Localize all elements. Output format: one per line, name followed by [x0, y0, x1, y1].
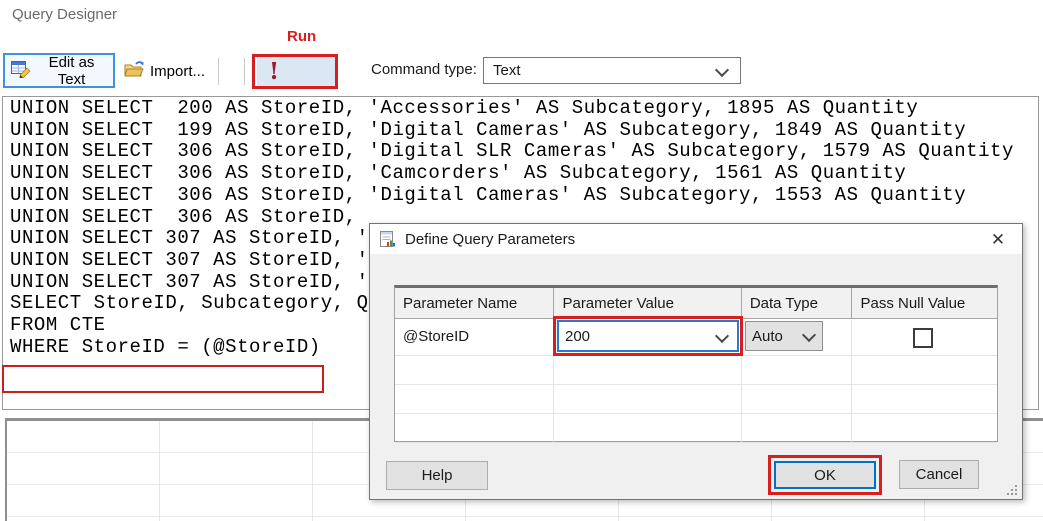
sql-line: UNION SELECT 200 AS StoreID, 'Accessorie… [10, 98, 1038, 120]
parameter-name-value: @StoreID [395, 319, 553, 345]
empty-parameter-row [395, 414, 997, 443]
command-type-value: Text [493, 62, 521, 79]
data-type-dropdown[interactable]: Auto [745, 321, 823, 351]
edit-as-text-icon [11, 60, 31, 82]
column-header-parameter-value: Parameter Value [554, 288, 741, 319]
chevron-down-icon [715, 63, 729, 77]
sql-line: UNION SELECT 306 AS StoreID, 'Digital Ca… [10, 185, 1038, 207]
sql-line: UNION SELECT 306 AS StoreID, 'Camcorders… [10, 163, 1038, 185]
empty-parameter-row [395, 385, 997, 414]
sql-line: UNION SELECT 199 AS StoreID, 'Digital Ca… [10, 120, 1038, 142]
annotation-run-box [252, 54, 338, 89]
report-parameters-icon [379, 231, 396, 248]
dialog-title: Define Query Parameters [405, 231, 575, 248]
query-designer-window: Query Designer Run Edit as Text [0, 0, 1043, 521]
pass-null-value-checkbox[interactable] [913, 328, 933, 348]
edit-as-text-label: Edit as Text [36, 54, 107, 88]
annotation-where-clause-box [2, 365, 324, 393]
data-type-text: Auto [752, 328, 783, 345]
edit-as-text-button[interactable]: Edit as Text [3, 53, 115, 88]
import-folder-icon [124, 61, 145, 82]
import-button[interactable]: Import... [118, 55, 211, 87]
parameters-header-row: Parameter Name Parameter Value Data Type… [395, 288, 997, 319]
chevron-down-icon [802, 328, 816, 342]
empty-parameter-row [395, 356, 997, 385]
dialog-title-bar[interactable]: Define Query Parameters ✕ [370, 224, 1022, 254]
command-type-label: Command type: [371, 61, 477, 78]
annotation-ok-box [768, 455, 882, 495]
annotation-parameter-value-box [553, 316, 743, 356]
import-label: Import... [150, 63, 205, 80]
toolbar-separator [244, 58, 245, 85]
close-icon[interactable]: ✕ [986, 228, 1010, 252]
help-button[interactable]: Help [386, 461, 488, 490]
cancel-button[interactable]: Cancel [899, 460, 979, 489]
column-header-pass-null-value: Pass Null Value [852, 288, 997, 319]
page-title: Query Designer [12, 6, 117, 23]
resize-grip[interactable] [1005, 483, 1017, 495]
annotation-run-label: Run [287, 28, 316, 45]
sql-line: UNION SELECT 306 AS StoreID, 'Digital SL… [10, 141, 1038, 163]
column-header-data-type: Data Type [742, 288, 853, 319]
define-query-parameters-dialog: Define Query Parameters ✕ Parameter Name… [369, 223, 1023, 500]
toolbar-separator [218, 58, 219, 85]
column-header-parameter-name: Parameter Name [395, 288, 554, 319]
parameters-table: Parameter Name Parameter Value Data Type… [394, 285, 998, 442]
command-type-dropdown[interactable]: Text [483, 57, 741, 84]
